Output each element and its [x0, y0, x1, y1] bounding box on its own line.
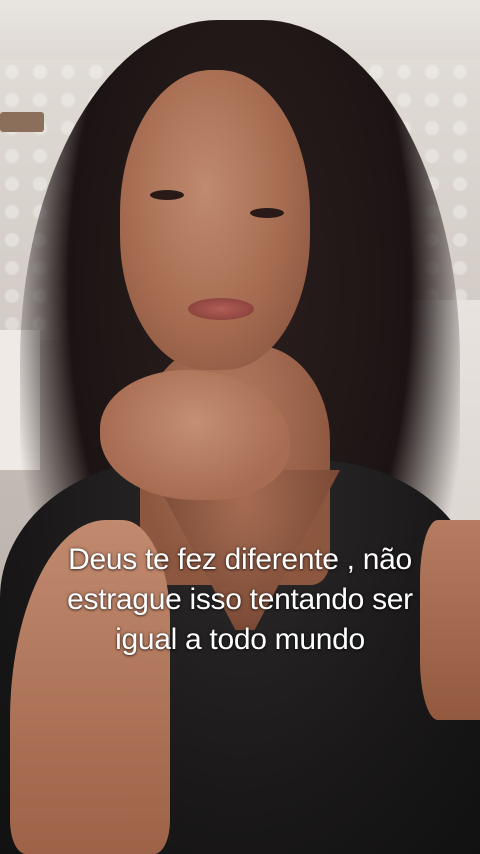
- overlay-caption: Deus te fez diferente , não estrague iss…: [0, 540, 480, 660]
- caption-line-3: igual a todo mundo: [115, 623, 365, 656]
- caption-line-2: estrague isso tentando ser: [67, 583, 413, 616]
- wall-shelf: [0, 112, 44, 132]
- caption-line-1: Deus te fez diferente , não: [68, 543, 412, 576]
- face: [120, 70, 310, 370]
- right-eye: [250, 208, 284, 218]
- lips: [188, 298, 254, 320]
- left-eye: [150, 190, 184, 200]
- photo-frame: Deus te fez diferente , não estrague iss…: [0, 0, 480, 854]
